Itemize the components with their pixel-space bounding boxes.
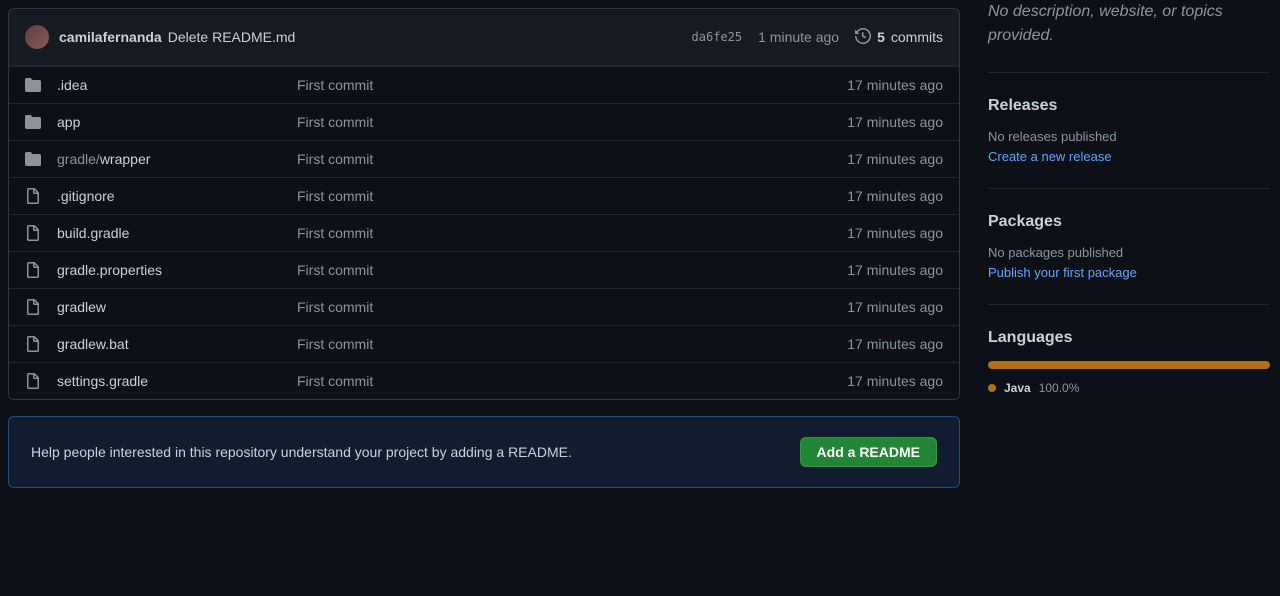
file-name-link[interactable]: .gitignore: [57, 188, 297, 204]
releases-heading[interactable]: Releases: [988, 97, 1270, 115]
language-dot: [988, 384, 996, 392]
history-icon: [855, 28, 871, 47]
file-date: 17 minutes ago: [847, 225, 943, 241]
file-icon: [25, 336, 41, 352]
readme-prompt-text: Help people interested in this repositor…: [31, 444, 572, 460]
file-date: 17 minutes ago: [847, 336, 943, 352]
add-readme-button[interactable]: Add a README: [800, 437, 937, 467]
packages-heading[interactable]: Packages: [988, 213, 1270, 231]
file-icon: [25, 299, 41, 315]
folder-icon: [25, 151, 41, 167]
commit-count-label: commits: [891, 29, 943, 45]
file-date: 17 minutes ago: [847, 373, 943, 389]
languages-section: Languages Java 100.0%: [988, 329, 1270, 419]
file-date: 17 minutes ago: [847, 299, 943, 315]
file-commit-link[interactable]: First commit: [297, 188, 847, 204]
file-icon: [25, 262, 41, 278]
file-row: gradle/wrapperFirst commit17 minutes ago: [9, 140, 959, 177]
file-name-link[interactable]: app: [57, 114, 297, 130]
file-commit-link[interactable]: First commit: [297, 77, 847, 93]
file-commit-link[interactable]: First commit: [297, 373, 847, 389]
file-row: gradle.propertiesFirst commit17 minutes …: [9, 251, 959, 288]
about-description: No description, website, or topics provi…: [988, 0, 1270, 73]
language-pct: 100.0%: [1039, 381, 1080, 395]
releases-note: No releases published: [988, 129, 1270, 144]
file-name-link[interactable]: gradlew.bat: [57, 336, 297, 352]
file-icon: [25, 373, 41, 389]
file-row: build.gradleFirst commit17 minutes ago: [9, 214, 959, 251]
file-date: 17 minutes ago: [847, 77, 943, 93]
language-bar[interactable]: [988, 361, 1270, 369]
file-commit-link[interactable]: First commit: [297, 299, 847, 315]
folder-icon: [25, 114, 41, 130]
file-date: 17 minutes ago: [847, 151, 943, 167]
file-icon: [25, 188, 41, 204]
file-name-link[interactable]: gradle/wrapper: [57, 151, 297, 167]
file-row: gradlewFirst commit17 minutes ago: [9, 288, 959, 325]
commit-message-link[interactable]: Delete README.md: [168, 29, 296, 45]
packages-section: Packages No packages published Publish y…: [988, 213, 1270, 305]
file-icon: [25, 225, 41, 241]
file-row: gradlew.batFirst commit17 minutes ago: [9, 325, 959, 362]
file-commit-link[interactable]: First commit: [297, 151, 847, 167]
packages-note: No packages published: [988, 245, 1270, 260]
create-release-link[interactable]: Create a new release: [988, 149, 1112, 164]
avatar[interactable]: [25, 25, 49, 49]
commit-count: 5: [877, 29, 885, 45]
file-commit-link[interactable]: First commit: [297, 114, 847, 130]
file-date: 17 minutes ago: [847, 262, 943, 278]
commit-sha[interactable]: da6fe25: [692, 30, 743, 44]
file-row: appFirst commit17 minutes ago: [9, 103, 959, 140]
file-commit-link[interactable]: First commit: [297, 262, 847, 278]
file-row: .ideaFirst commit17 minutes ago: [9, 66, 959, 103]
commits-link[interactable]: 5 commits: [855, 28, 943, 47]
releases-section: Releases No releases published Create a …: [988, 97, 1270, 189]
readme-prompt-banner: Help people interested in this repositor…: [8, 416, 960, 488]
sidebar: No description, website, or topics provi…: [968, 0, 1280, 596]
file-name-link[interactable]: gradlew: [57, 299, 297, 315]
file-row: .gitignoreFirst commit17 minutes ago: [9, 177, 959, 214]
file-row: settings.gradleFirst commit17 minutes ag…: [9, 362, 959, 399]
language-item-java[interactable]: Java 100.0%: [988, 381, 1270, 395]
file-commit-link[interactable]: First commit: [297, 225, 847, 241]
folder-icon: [25, 77, 41, 93]
latest-commit-header: camilafernanda Delete README.md da6fe25 …: [9, 9, 959, 66]
file-name-link[interactable]: settings.gradle: [57, 373, 297, 389]
commit-author-link[interactable]: camilafernanda: [59, 29, 162, 45]
file-commit-link[interactable]: First commit: [297, 336, 847, 352]
file-name-link[interactable]: gradle.properties: [57, 262, 297, 278]
language-name: Java: [1004, 381, 1031, 395]
file-name-link[interactable]: .idea: [57, 77, 297, 93]
commit-time: 1 minute ago: [758, 29, 839, 45]
file-name-link[interactable]: build.gradle: [57, 225, 297, 241]
file-date: 17 minutes ago: [847, 114, 943, 130]
file-browser: camilafernanda Delete README.md da6fe25 …: [8, 8, 960, 400]
publish-package-link[interactable]: Publish your first package: [988, 265, 1137, 280]
file-date: 17 minutes ago: [847, 188, 943, 204]
languages-heading: Languages: [988, 329, 1270, 347]
